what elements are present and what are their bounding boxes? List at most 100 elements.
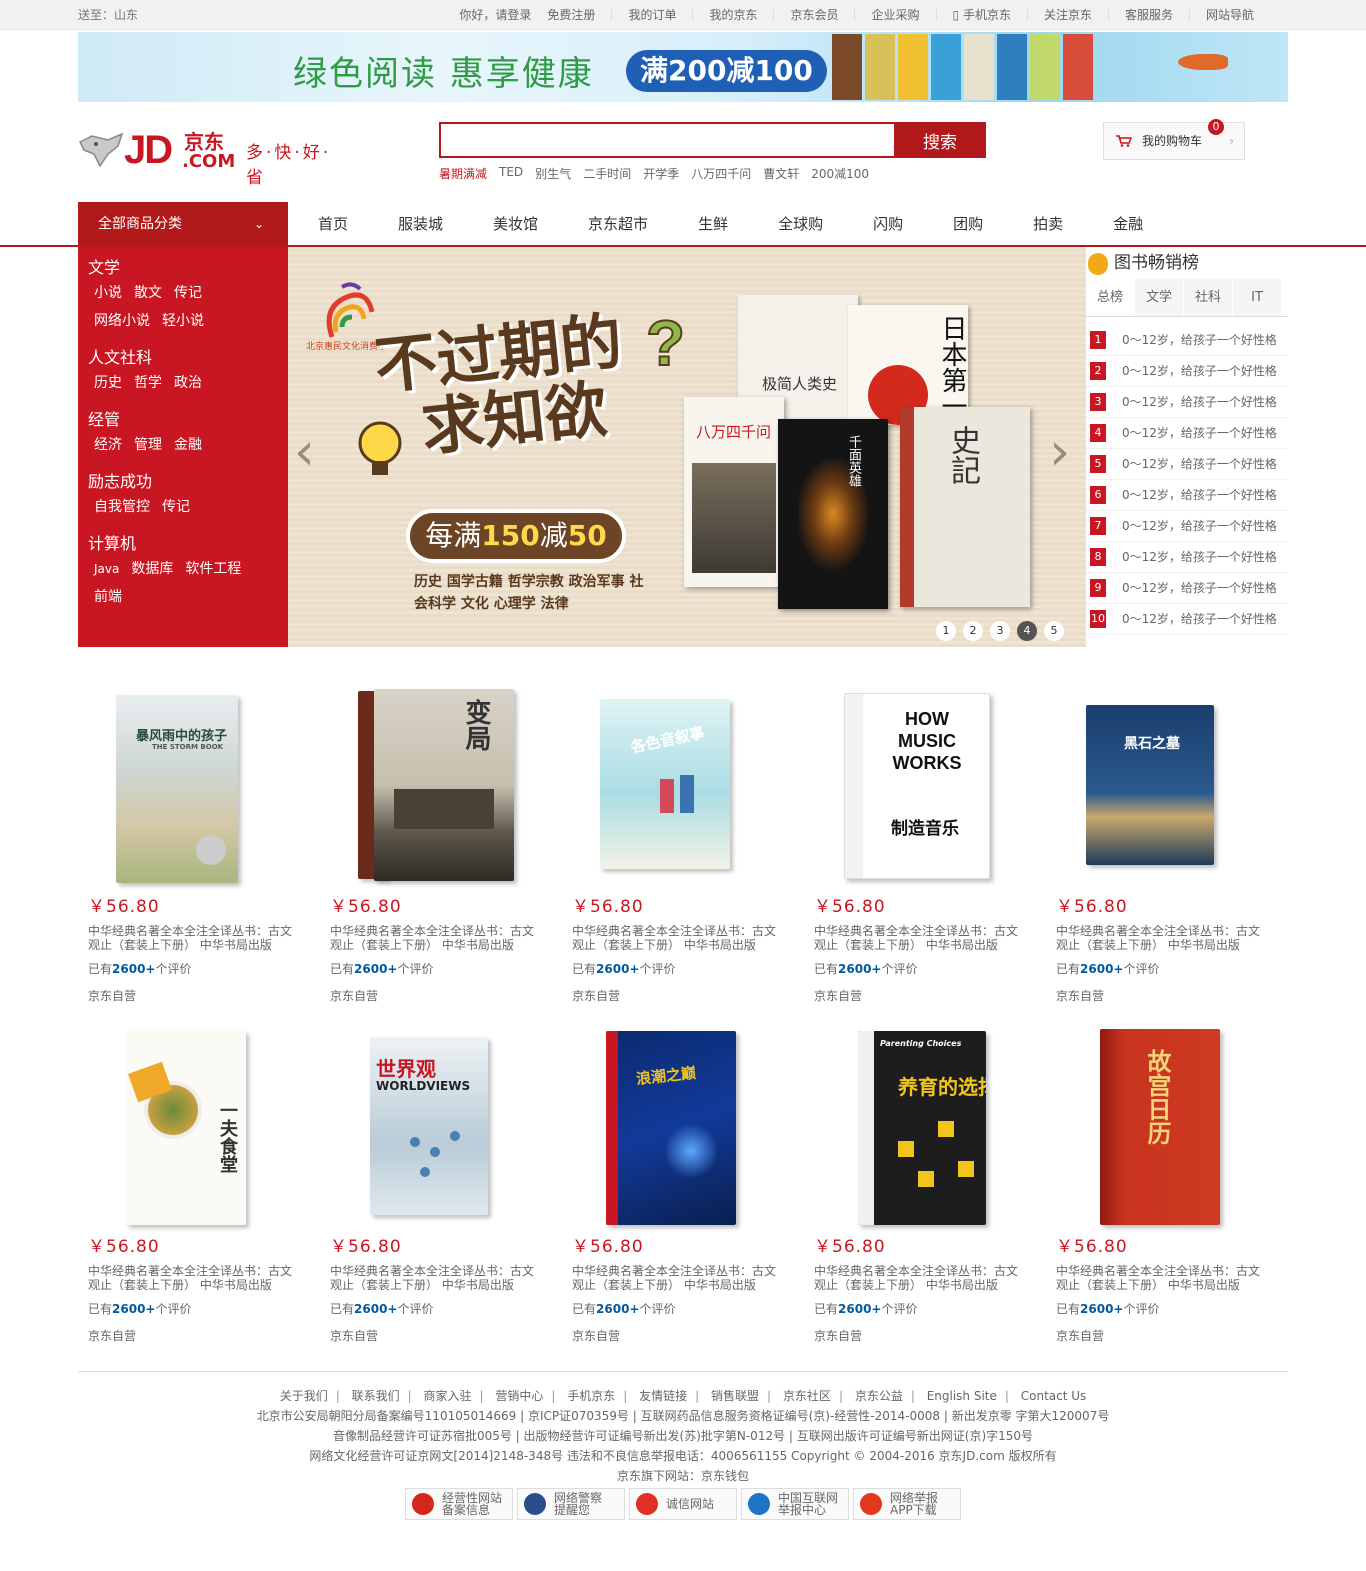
nav-item-home[interactable]: 首页 <box>288 202 368 247</box>
promo-banner[interactable]: 绿色阅读 惠享健康 满200减100 <box>78 32 1288 102</box>
category-link[interactable]: 政治 <box>174 369 202 397</box>
product-title[interactable]: 中华经典名著全本全注全译丛书：古文观止（套装上下册） 中华书局出版 <box>1056 1264 1266 1292</box>
footer-link[interactable]: 京东公益 <box>855 1389 903 1403</box>
ranking-item[interactable]: 5 0～12岁，给孩子一个好性格 <box>1086 449 1288 480</box>
jd-member-link[interactable]: 京东会员 <box>782 0 846 30</box>
hotword-link[interactable]: TED <box>499 165 523 182</box>
badge-report-center[interactable]: 中国互联网 举报中心 <box>741 1488 849 1520</box>
product-image[interactable]: HOW MUSIC WORKS 制造音乐 <box>818 687 1018 892</box>
hotword-link[interactable]: 暑期满减 <box>439 165 487 182</box>
nav-item-group[interactable]: 团购 <box>923 202 1003 247</box>
tab-it[interactable]: IT <box>1233 279 1282 316</box>
ranking-item[interactable]: 4 0～12岁，给孩子一个好性格 <box>1086 418 1288 449</box>
ranking-item[interactable]: 3 0～12岁，给孩子一个好性格 <box>1086 387 1288 418</box>
category-link[interactable]: 自我管控 <box>94 493 150 521</box>
hotword-link[interactable]: 曹文轩 <box>763 165 799 182</box>
category-title[interactable]: 计算机 <box>88 533 288 555</box>
product-card[interactable]: HOW MUSIC WORKS 制造音乐 ￥56.80 中华经典名著全本全注全译… <box>804 687 1046 1027</box>
product-card[interactable]: 故宫日历 ￥56.80 中华经典名著全本全注全译丛书：古文观止（套装上下册） 中… <box>1046 1027 1288 1367</box>
product-comments[interactable]: 已有2600+个评价 <box>1056 1300 1288 1317</box>
register-link[interactable]: 免费注册 <box>539 0 603 30</box>
nav-item-clothing[interactable]: 服装城 <box>368 202 463 247</box>
carousel-prev-button[interactable]: ‹ <box>294 422 315 482</box>
category-link[interactable]: 前端 <box>94 583 122 611</box>
enterprise-link[interactable]: 企业采购 <box>863 0 927 30</box>
site-nav-link[interactable]: 网站导航 <box>1198 0 1262 30</box>
product-title[interactable]: 中华经典名著全本全注全译丛书：古文观止（套装上下册） 中华书局出版 <box>330 924 540 952</box>
product-comments[interactable]: 已有2600+个评价 <box>330 1300 562 1317</box>
badge-police[interactable]: 网络警察 提醒您 <box>517 1488 625 1520</box>
product-comments[interactable]: 已有2600+个评价 <box>88 960 320 977</box>
category-title[interactable]: 人文社科 <box>88 347 288 369</box>
mobile-jd-link[interactable]: ▯ 手机京东 <box>945 0 1019 30</box>
category-link[interactable]: 软件工程 <box>185 555 241 583</box>
product-image[interactable]: 各色音叙事 <box>576 687 776 892</box>
ranking-item[interactable]: 6 0～12岁，给孩子一个好性格 <box>1086 480 1288 511</box>
badge-trust[interactable]: 诚信网站 <box>629 1488 737 1520</box>
product-image[interactable]: 暴风雨中的孩子 THE STORM BOOK <box>92 687 292 892</box>
nav-item-global[interactable]: 全球购 <box>748 202 843 247</box>
category-link[interactable]: 网络小说 <box>94 307 150 335</box>
product-image[interactable]: 浪潮之巅 <box>576 1027 776 1232</box>
category-link[interactable]: 历史 <box>94 369 122 397</box>
cart-button[interactable]: 我的购物车 0 › <box>1103 119 1245 160</box>
footer-link[interactable]: 商家入驻 <box>423 1389 471 1403</box>
carousel-dot[interactable]: 2 <box>963 621 983 641</box>
carousel-dot[interactable]: 3 <box>990 621 1010 641</box>
product-card[interactable]: Parenting Choices 养育的选择 ￥56.80 中华经典名著全本全… <box>804 1027 1046 1367</box>
category-link[interactable]: 哲学 <box>134 369 162 397</box>
footer-link[interactable]: 联系我们 <box>352 1389 400 1403</box>
my-jd-link[interactable]: 我的京东 <box>701 0 765 30</box>
category-link[interactable]: 轻小说 <box>162 307 204 335</box>
carousel-next-button[interactable]: › <box>1049 422 1070 482</box>
product-comments[interactable]: 已有2600+个评价 <box>814 1300 1046 1317</box>
product-title[interactable]: 中华经典名著全本全注全译丛书：古文观止（套装上下册） 中华书局出版 <box>572 1264 782 1292</box>
product-card[interactable]: 变局 ￥56.80 中华经典名著全本全注全译丛书：古文观止（套装上下册） 中华书… <box>320 687 562 1027</box>
category-title[interactable]: 经管 <box>88 409 288 431</box>
product-title[interactable]: 中华经典名著全本全注全译丛书：古文观止（套装上下册） 中华书局出版 <box>88 924 298 952</box>
category-title[interactable]: 励志成功 <box>88 471 288 493</box>
category-link[interactable]: 数据库 <box>131 555 173 583</box>
hotword-link[interactable]: 200减100 <box>811 165 869 182</box>
ranking-item[interactable]: 1 0～12岁，给孩子一个好性格 <box>1086 325 1288 356</box>
footer-link[interactable]: Contact Us <box>1021 1389 1087 1403</box>
customer-service-link[interactable]: 客服服务 <box>1117 0 1181 30</box>
category-link[interactable]: 散文 <box>134 279 162 307</box>
product-card[interactable]: 一夫食堂 ￥56.80 中华经典名著全本全注全译丛书：古文观止（套装上下册） 中… <box>78 1027 320 1367</box>
product-comments[interactable]: 已有2600+个评价 <box>814 960 1046 977</box>
all-categories-button[interactable]: 全部商品分类 ⌄ <box>78 202 288 247</box>
tab-social[interactable]: 社科 <box>1184 279 1233 316</box>
product-image[interactable]: 黑石之墓 <box>1060 687 1260 892</box>
product-comments[interactable]: 已有2600+个评价 <box>1056 960 1288 977</box>
product-card[interactable]: 暴风雨中的孩子 THE STORM BOOK ￥56.80 中华经典名著全本全注… <box>78 687 320 1027</box>
product-card[interactable]: 浪潮之巅 ￥56.80 中华经典名著全本全注全译丛书：古文观止（套装上下册） 中… <box>562 1027 804 1367</box>
category-link[interactable]: Java <box>94 555 119 583</box>
carousel-dot[interactable]: 1 <box>936 621 956 641</box>
category-link[interactable]: 传记 <box>162 493 190 521</box>
nav-item-auction[interactable]: 拍卖 <box>1003 202 1083 247</box>
product-image[interactable]: 一夫食堂 <box>92 1027 292 1232</box>
product-title[interactable]: 中华经典名著全本全注全译丛书：古文观止（套装上下册） 中华书局出版 <box>330 1264 540 1292</box>
footer-link[interactable]: 京东社区 <box>783 1389 831 1403</box>
product-title[interactable]: 中华经典名著全本全注全译丛书：古文观止（套装上下册） 中华书局出版 <box>88 1264 298 1292</box>
footer-link[interactable]: English Site <box>927 1389 997 1403</box>
product-comments[interactable]: 已有2600+个评价 <box>572 1300 804 1317</box>
category-link[interactable]: 金融 <box>174 431 202 459</box>
category-title[interactable]: 文学 <box>88 257 288 279</box>
footer-link[interactable]: 友情链接 <box>639 1389 687 1403</box>
category-link[interactable]: 经济 <box>94 431 122 459</box>
search-input[interactable] <box>441 124 894 156</box>
product-comments[interactable]: 已有2600+个评价 <box>88 1300 320 1317</box>
product-comments[interactable]: 已有2600+个评价 <box>330 960 562 977</box>
hotword-link[interactable]: 别生气 <box>535 165 571 182</box>
carousel[interactable]: 北京惠民文化消费季 不过期的 求知欲 ? 每满150减50 历史 国学古籍 哲学… <box>288 247 1086 647</box>
carousel-dot-active[interactable]: 4 <box>1017 621 1037 641</box>
product-image[interactable]: 世界观 WORLDVIEWS <box>334 1027 534 1232</box>
product-title[interactable]: 中华经典名著全本全注全译丛书：古文观止（套装上下册） 中华书局出版 <box>572 924 782 952</box>
product-image[interactable]: Parenting Choices 养育的选择 <box>818 1027 1018 1232</box>
product-card[interactable]: 各色音叙事 ￥56.80 中华经典名著全本全注全译丛书：古文观止（套装上下册） … <box>562 687 804 1027</box>
search-button[interactable]: 搜索 <box>894 122 986 158</box>
nav-item-finance[interactable]: 金融 <box>1083 202 1163 247</box>
tab-overall[interactable]: 总榜 <box>1086 279 1135 316</box>
login-link[interactable]: 你好，请登录 <box>451 0 539 30</box>
